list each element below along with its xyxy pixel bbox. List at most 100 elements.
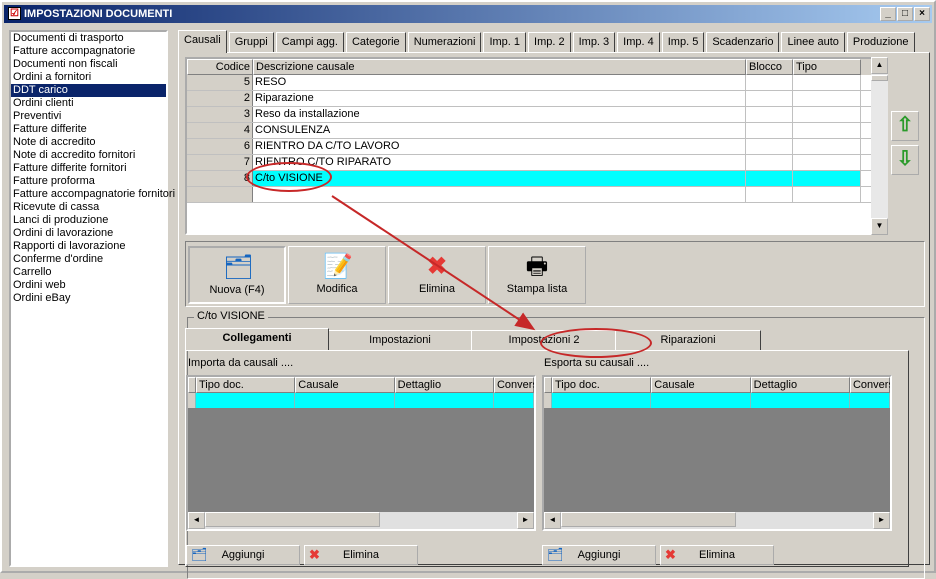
cell-codice[interactable]: 7 (187, 155, 253, 170)
edit-button[interactable]: 📝 Modifica (288, 246, 386, 304)
export-delete-button[interactable]: ✖ Elimina (660, 545, 774, 565)
cell-blocco[interactable] (746, 75, 793, 90)
cell-tipo[interactable] (793, 123, 861, 138)
cell-descrizione[interactable]: Reso da installazione (253, 107, 746, 122)
export-horizontal-scrollbar[interactable]: ◄ ► (544, 512, 890, 529)
doc-type-item[interactable]: Ordini web (11, 279, 166, 292)
scroll-up-icon[interactable]: ▲ (871, 57, 888, 74)
export-empty-row[interactable] (544, 393, 890, 408)
doc-type-item[interactable]: Fatture proforma (11, 175, 166, 188)
table-row[interactable]: 8 C/to VISIONE (187, 171, 883, 187)
doc-type-item[interactable]: Fatture differite fornitori (11, 162, 166, 175)
export-add-button[interactable]: 🗂 Aggiungi (542, 545, 656, 565)
minimize-button[interactable]: _ (880, 7, 896, 21)
import-col-dettaglio[interactable]: Dettaglio (394, 377, 494, 393)
export-col-causale[interactable]: Causale (651, 377, 751, 393)
move-down-arrow-icon[interactable]: ⇩ (891, 145, 919, 175)
cell-blocco[interactable] (746, 91, 793, 106)
doc-type-item[interactable]: Lanci di produzione (11, 214, 166, 227)
doc-type-item[interactable]: Conferme d'ordine (11, 253, 166, 266)
doc-type-item[interactable]: Note di accredito fornitori (11, 149, 166, 162)
cell-descrizione[interactable]: CONSULENZA (253, 123, 746, 138)
doc-type-item[interactable]: Ordini a fornitori (11, 71, 166, 84)
tab-linee-auto[interactable]: Linee auto (781, 32, 845, 53)
export-col-dettaglio[interactable]: Dettaglio (750, 377, 850, 393)
col-descrizione[interactable]: Descrizione causale (253, 59, 746, 75)
doc-type-item[interactable]: Documenti non fiscali (11, 58, 166, 71)
cell-blocco[interactable] (746, 139, 793, 154)
import-col-tipo-doc[interactable]: Tipo doc. (195, 377, 296, 393)
scroll-right-icon[interactable]: ► (517, 512, 534, 529)
cell-tipo[interactable] (793, 139, 861, 154)
tab-imp-4[interactable]: Imp. 4 (617, 32, 660, 53)
scroll-right-icon[interactable]: ► (873, 512, 890, 529)
doc-type-item[interactable]: DDT carico (11, 84, 166, 97)
subtab-riparazioni[interactable]: Riparazioni (615, 330, 761, 350)
tab-imp-2[interactable]: Imp. 2 (528, 32, 571, 53)
new-button[interactable]: 🗂 Nuova (F4) (188, 246, 286, 304)
import-grid[interactable]: Tipo doc. Causale Dettaglio Conversi ◄ (186, 375, 536, 531)
export-grid[interactable]: Tipo doc. Causale Dettaglio Conversi ◄ (542, 375, 892, 531)
import-empty-row[interactable] (188, 393, 534, 408)
table-row[interactable]: 3 Reso da installazione (187, 107, 883, 123)
doc-type-item[interactable]: Fatture differite (11, 123, 166, 136)
col-codice[interactable]: Codice (187, 59, 253, 75)
tab-scadenzario[interactable]: Scadenzario (706, 32, 780, 53)
cell-codice[interactable]: 3 (187, 107, 253, 122)
cell-descrizione[interactable]: RIENTRO C/TO RIPARATO (253, 155, 746, 170)
delete-button[interactable]: ✖ Elimina (388, 246, 486, 304)
cell-blocco[interactable] (746, 155, 793, 170)
scroll-left-icon[interactable]: ◄ (188, 512, 205, 529)
doc-type-item[interactable]: Rapporti di lavorazione (11, 240, 166, 253)
cell-tipo[interactable] (793, 155, 861, 170)
cell-blocco[interactable] (746, 171, 793, 186)
cell-codice[interactable]: 4 (187, 123, 253, 138)
doc-type-item[interactable]: Note di accredito (11, 136, 166, 149)
subtab-impostazioni[interactable]: Impostazioni (327, 330, 473, 350)
import-horizontal-scrollbar[interactable]: ◄ ► (188, 512, 534, 529)
tab-campi-agg[interactable]: Campi agg. (275, 32, 344, 53)
tab-imp-3[interactable]: Imp. 3 (572, 32, 616, 53)
doc-type-item[interactable]: Preventivi (11, 110, 166, 123)
export-col-tipo-doc[interactable]: Tipo doc. (551, 377, 652, 393)
col-tipo[interactable]: Tipo (793, 59, 861, 75)
table-row[interactable]: 6 RIENTRO DA C/TO LAVORO (187, 139, 883, 155)
cell-tipo[interactable] (793, 171, 861, 186)
document-type-list[interactable]: Documenti di trasporto Fatture accompagna… (9, 30, 175, 567)
causali-grid[interactable]: Codice Descrizione causale Blocco Tipo 5… (185, 57, 885, 235)
doc-type-item[interactable]: Ricevute di cassa (11, 201, 166, 214)
cell-descrizione[interactable]: C/to VISIONE (253, 171, 746, 186)
cell-tipo[interactable] (793, 91, 861, 106)
tab-imp-1[interactable]: Imp. 1 (483, 32, 527, 53)
doc-type-item[interactable]: Ordini di lavorazione (11, 227, 166, 240)
print-list-button[interactable]: 🖶 Stampa lista (488, 246, 586, 304)
tab-produzione[interactable]: Produzione (846, 32, 915, 53)
scroll-thumb[interactable] (871, 75, 888, 81)
tab-imp-5[interactable]: Imp. 5 (661, 32, 705, 53)
doc-type-item[interactable]: Ordini clienti (11, 97, 166, 110)
maximize-button[interactable]: □ (897, 7, 913, 21)
import-add-button[interactable]: 🗂 Aggiungi (186, 545, 300, 565)
table-row[interactable]: 7 RIENTRO C/TO RIPARATO (187, 155, 883, 171)
cell-descrizione[interactable]: Riparazione (253, 91, 746, 106)
cell-descrizione[interactable]: RIENTRO DA C/TO LAVORO (253, 139, 746, 154)
import-delete-button[interactable]: ✖ Elimina (304, 545, 418, 565)
cell-blocco[interactable] (746, 107, 793, 122)
table-row[interactable]: 2 Riparazione (187, 91, 883, 107)
cell-codice[interactable]: 5 (187, 75, 253, 90)
cell-codice[interactable]: 8 (187, 171, 253, 186)
doc-type-item[interactable]: Documenti di trasporto (11, 32, 166, 45)
import-col-conversione[interactable]: Conversi (493, 377, 534, 393)
cell-tipo[interactable] (793, 107, 861, 122)
export-scroll-thumb[interactable] (561, 512, 736, 527)
cell-tipo[interactable] (793, 75, 861, 90)
export-col-conversione[interactable]: Conversi (849, 377, 890, 393)
import-scroll-thumb[interactable] (205, 512, 380, 527)
subtab-collegamenti[interactable]: Collegamenti (185, 328, 329, 350)
scroll-left-icon[interactable]: ◄ (544, 512, 561, 529)
table-row[interactable]: 4 CONSULENZA (187, 123, 883, 139)
causali-vertical-scrollbar[interactable]: ▲ ▼ (871, 57, 888, 235)
tab-numerazioni[interactable]: Numerazioni (407, 32, 482, 53)
doc-type-item[interactable]: Ordini eBay (11, 292, 166, 305)
cell-codice[interactable]: 2 (187, 91, 253, 106)
